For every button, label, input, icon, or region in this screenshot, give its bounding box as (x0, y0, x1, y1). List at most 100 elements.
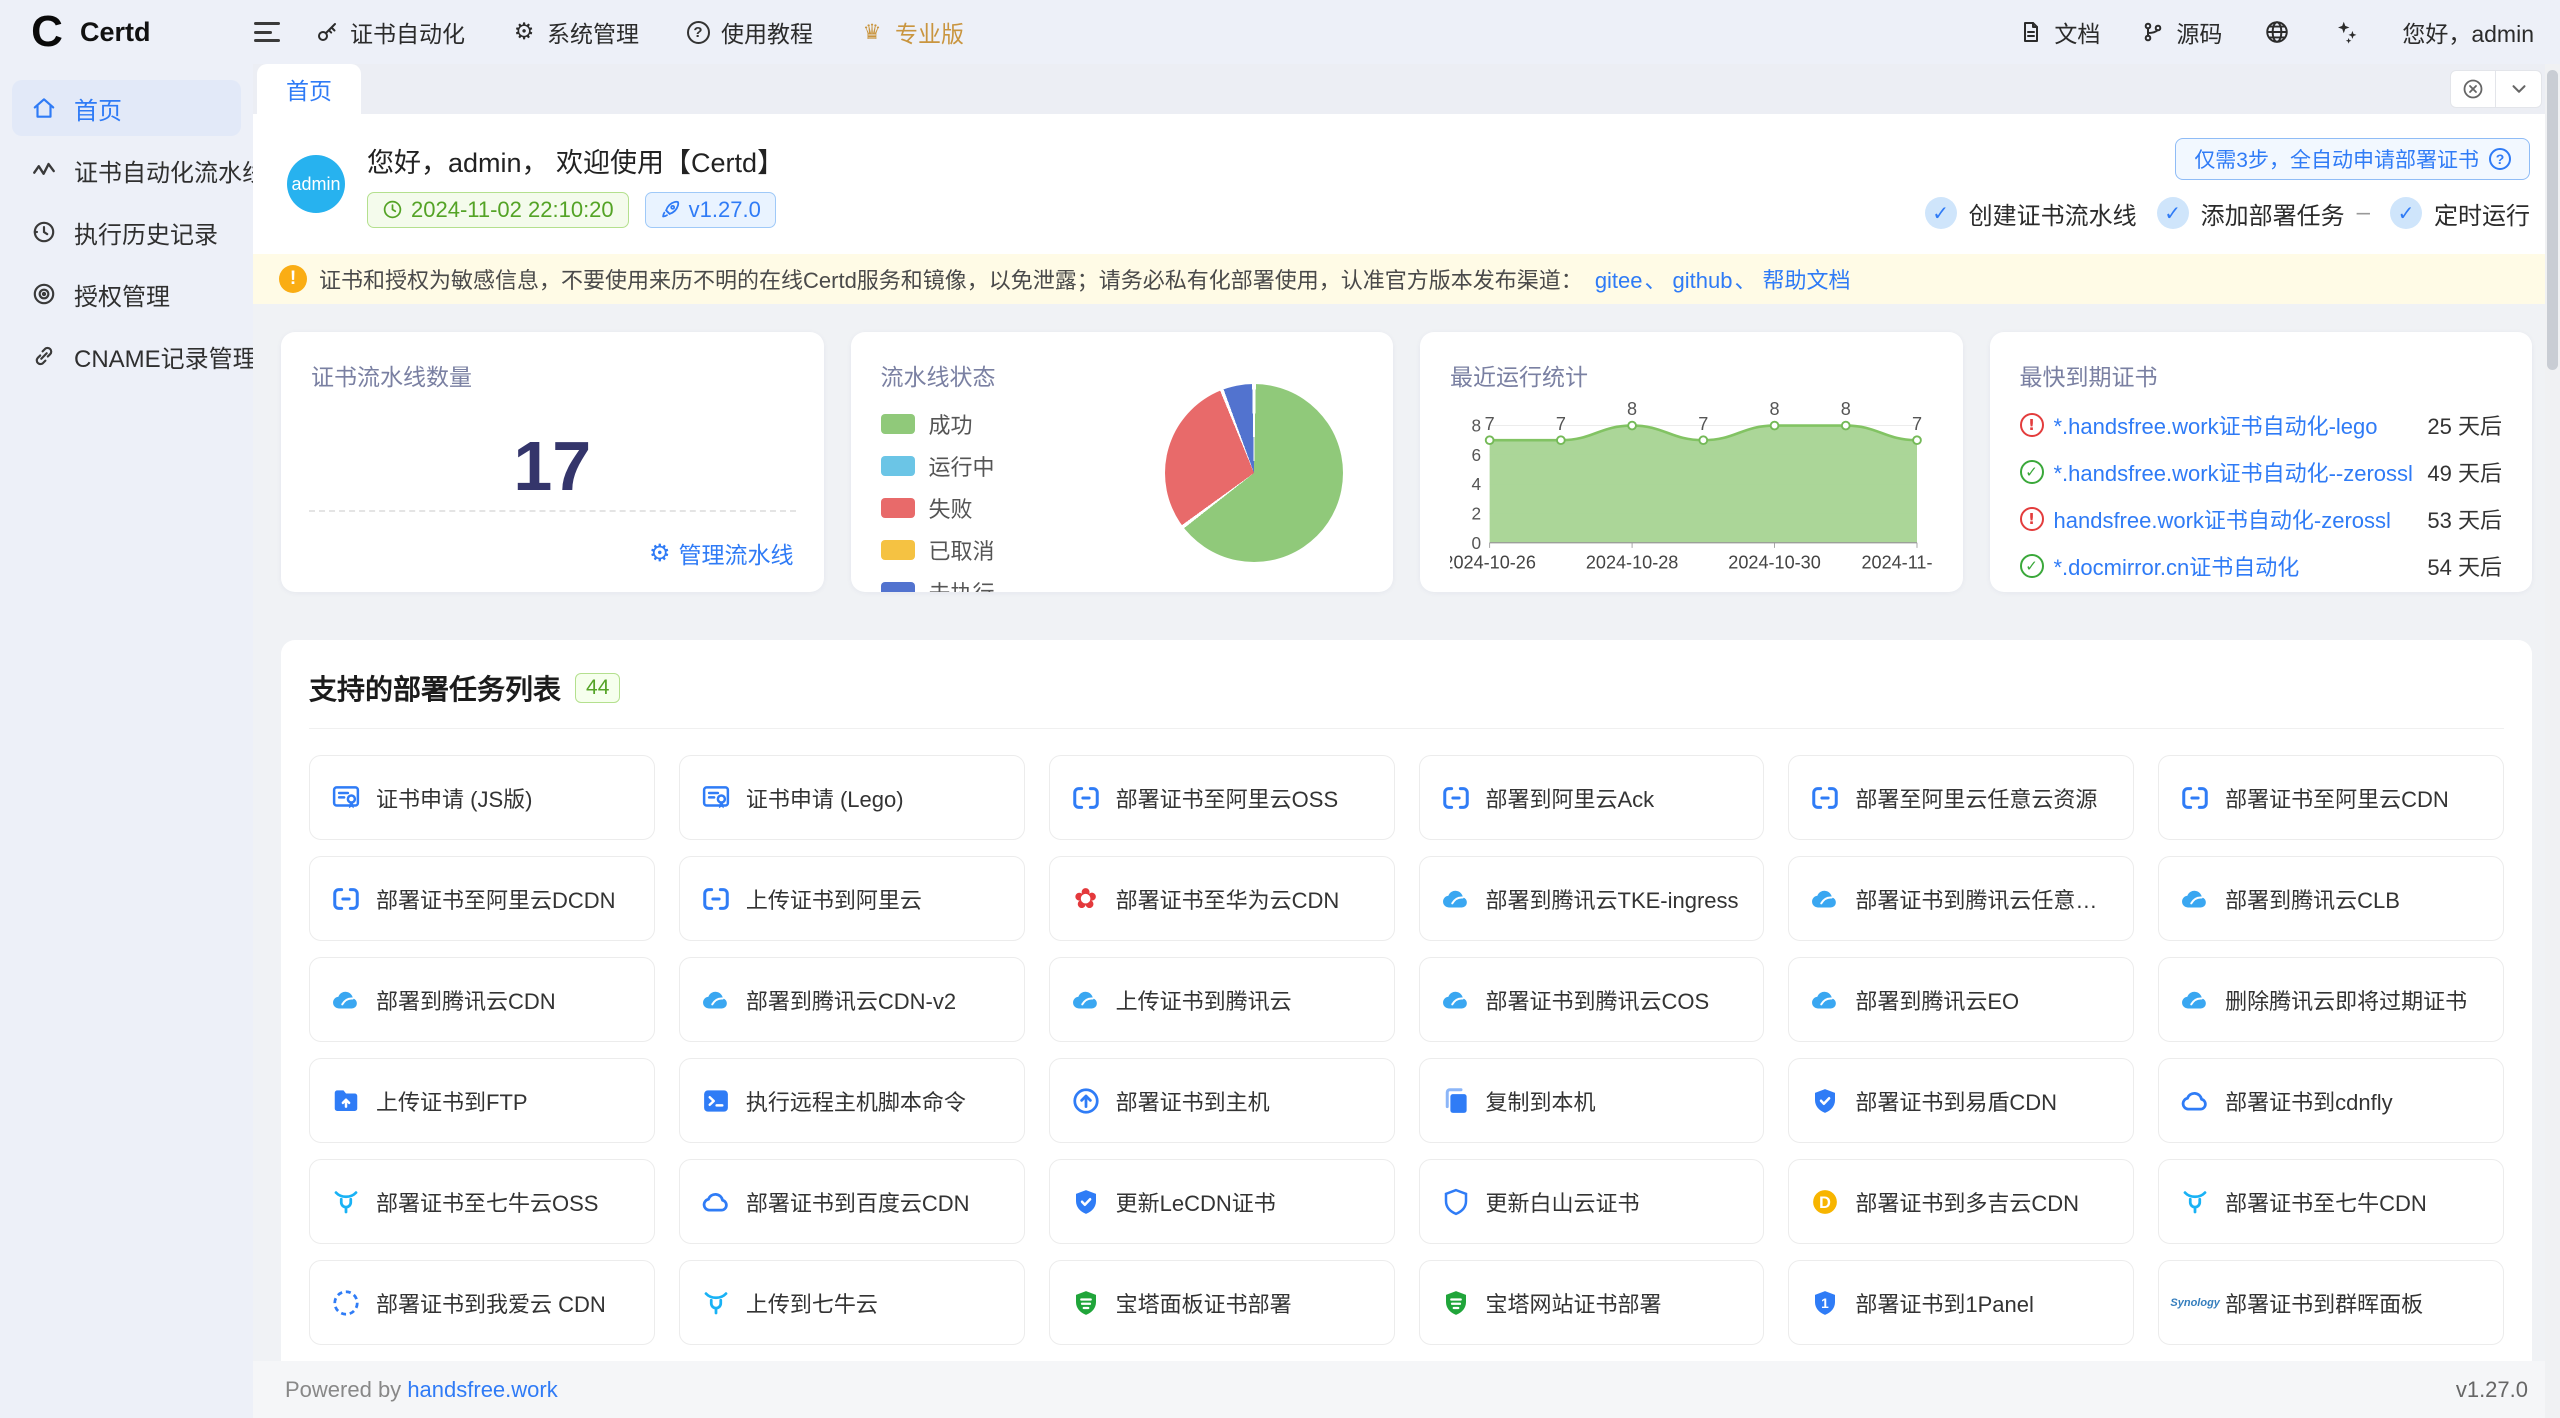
cert-link[interactable]: *.docmirror.cn证书自动化 (2054, 550, 2418, 582)
nav-docs-link[interactable]: 文档 (2018, 15, 2100, 49)
cert-link[interactable]: *.handsfree.work证书自动化-lego (2054, 409, 2418, 441)
deploy-task-card[interactable]: 部署证书到我爱云 CDN (309, 1260, 655, 1345)
task-icon (2179, 1085, 2211, 1117)
sidebar-item[interactable]: 执行历史记录 (12, 204, 241, 260)
task-label: 部署证书至阿里云OSS (1116, 782, 1338, 814)
nav-menu-item[interactable]: ♛ 专业版 (859, 15, 964, 49)
task-icon (1070, 782, 1102, 814)
sidebar-item[interactable]: 授权管理 (12, 266, 241, 322)
nav-source-link[interactable]: 源码 (2140, 15, 2222, 49)
deploy-task-card[interactable]: 宝塔网站证书部署 (1419, 1260, 1765, 1345)
scrollbar-thumb[interactable] (2547, 70, 2558, 370)
deploy-task-card[interactable]: 部署证书到百度云CDN (679, 1159, 1025, 1244)
version-badge[interactable]: v1.27.0 (645, 192, 776, 228)
brand-name: Certd (80, 17, 151, 48)
task-label: 证书申请 (Lego) (746, 782, 904, 814)
deploy-task-card[interactable]: 更新LeCDN证书 (1049, 1159, 1395, 1244)
tab-controls (2450, 64, 2542, 114)
sidebar-item[interactable]: 证书自动化流水线 (12, 142, 241, 198)
deploy-task-card[interactable]: 上传证书到阿里云 (679, 856, 1025, 941)
task-icon: 1 (1809, 1287, 1841, 1319)
setup-step[interactable]: ✓ 添加部署任务 – (2157, 196, 2370, 231)
deploy-task-card[interactable]: 部署到腾讯云EO (1788, 957, 2134, 1042)
nav-menu-item[interactable]: ⚙ 系统管理 (511, 15, 639, 49)
cert-link[interactable]: handsfree.work证书自动化-zerossl (2054, 503, 2418, 535)
banner-link[interactable]: github (1673, 268, 1733, 293)
svg-text:1: 1 (1822, 1295, 1830, 1310)
deploy-task-card[interactable]: 部署证书至阿里云CDN (2158, 755, 2504, 840)
deploy-task-card[interactable]: 部署证书到主机 (1049, 1058, 1395, 1143)
deploy-task-card[interactable]: 部署证书到腾讯云任意云资源 (1788, 856, 2134, 941)
deploy-task-card[interactable]: 上传证书到腾讯云 (1049, 957, 1395, 1042)
nav-menu-item[interactable]: 证书自动化 (314, 15, 465, 49)
tab-menu-chevron-icon[interactable] (2496, 70, 2542, 108)
language-globe-icon[interactable] (2262, 17, 2292, 47)
task-label: 部署到腾讯云TKE-ingress (1486, 883, 1739, 915)
deploy-task-card[interactable]: 部署证书至七牛CDN (2158, 1159, 2504, 1244)
deploy-task-card[interactable]: 部署证书至七牛云OSS (309, 1159, 655, 1244)
task-icon (1809, 1085, 1841, 1117)
deploy-task-card[interactable]: 复制到本机 (1419, 1058, 1765, 1143)
deploy-task-card[interactable]: 部署到腾讯云TKE-ingress (1419, 856, 1765, 941)
deploy-task-card[interactable]: 部署证书至阿里云OSS (1049, 755, 1395, 840)
deploy-task-card[interactable]: 部署证书至阿里云DCDN (309, 856, 655, 941)
sidebar-collapse-icon[interactable] (254, 22, 280, 42)
manage-pipelines-label: 管理流水线 (679, 536, 794, 570)
tab-home[interactable]: 首页 (257, 64, 361, 114)
deploy-task-card[interactable]: 部署到腾讯云CDN-v2 (679, 957, 1025, 1042)
cert-status-icon (2020, 413, 2044, 437)
task-icon (700, 1287, 732, 1319)
deploy-task-card[interactable]: 1 部署证书到1Panel (1788, 1260, 2134, 1345)
deploy-task-card[interactable]: Synology 部署证书到群晖面板 (2158, 1260, 2504, 1345)
top-navbar: C Certd 证书自动化 ⚙ 系统管理 ? 使用教程 ♛ 专业版 (0, 0, 2560, 64)
legend-item[interactable]: 未执行 (881, 576, 1364, 592)
task-icon (330, 1085, 362, 1117)
legend-label: 未执行 (929, 576, 995, 592)
guide-button[interactable]: 仅需3步，全自动申请部署证书 ? (2175, 138, 2530, 180)
deploy-task-card[interactable]: 证书申请 (Lego) (679, 755, 1025, 840)
banner-link[interactable]: 帮助文档 (1763, 268, 1851, 293)
tab-close-icon[interactable] (2450, 70, 2496, 108)
task-label: 部署到腾讯云CLB (2225, 883, 2400, 915)
task-label: 部署证书到主机 (1116, 1085, 1270, 1117)
sidebar-item[interactable]: CNAME记录管理 (12, 328, 241, 384)
avatar[interactable]: admin (287, 155, 345, 213)
card-title: 流水线状态 (881, 358, 1364, 392)
deploy-task-card[interactable]: 部署证书到腾讯云COS (1419, 957, 1765, 1042)
task-label: 部署证书至阿里云CDN (2225, 782, 2449, 814)
deploy-task-card[interactable]: 上传证书到FTP (309, 1058, 655, 1143)
deploy-task-card[interactable]: 更新白山云证书 (1419, 1159, 1765, 1244)
deploy-task-card[interactable]: 上传到七牛云 (679, 1260, 1025, 1345)
setup-step[interactable]: ✓ 定时运行 (2390, 196, 2530, 231)
deploy-task-card[interactable]: 部署到阿里云Ack (1419, 755, 1765, 840)
certd-dashboard: C Certd 证书自动化 ⚙ 系统管理 ? 使用教程 ♛ 专业版 (0, 0, 2560, 1418)
cert-link[interactable]: *.handsfree.work证书自动化--zerossl (2054, 456, 2418, 488)
deploy-task-card[interactable]: 执行远程主机脚本命令 (679, 1058, 1025, 1143)
sidebar-item[interactable]: 首页 (12, 80, 241, 136)
deploy-task-card[interactable]: 宝塔面板证书部署 (1049, 1260, 1395, 1345)
nav-menu-item[interactable]: ? 使用教程 (685, 15, 813, 49)
deploy-task-card[interactable]: D 部署证书到多吉云CDN (1788, 1159, 2134, 1244)
deploy-task-card[interactable]: 删除腾讯云即将过期证书 (2158, 957, 2504, 1042)
deploy-task-card[interactable]: 部署证书到易盾CDN (1788, 1058, 2134, 1143)
manage-pipelines-link[interactable]: ⚙ 管理流水线 (649, 536, 794, 570)
nav-right: 文档 源码 您好，admin (2018, 15, 2534, 49)
setup-step[interactable]: ✓ 创建证书流水线 (1925, 196, 2137, 231)
task-label: 部署证书到1Panel (1855, 1287, 2034, 1319)
svg-text:8: 8 (1770, 399, 1780, 419)
deploy-task-card[interactable]: 部署到腾讯云CDN (309, 957, 655, 1042)
nav-docs-label: 文档 (2054, 15, 2100, 49)
user-greeting[interactable]: 您好，admin (2402, 15, 2534, 49)
nav-item-label: 使用教程 (721, 15, 813, 49)
scrollbar-track[interactable] (2545, 64, 2560, 1418)
deploy-task-card[interactable]: 部署到腾讯云CLB (2158, 856, 2504, 941)
deploy-task-card[interactable]: ✿ 部署证书至华为云CDN (1049, 856, 1395, 941)
deploy-task-card[interactable]: 证书申请 (JS版) (309, 755, 655, 840)
deploy-task-card[interactable]: 部署至阿里云任意云资源 (1788, 755, 2134, 840)
svg-text:8: 8 (1471, 416, 1481, 436)
brand[interactable]: C Certd (26, 11, 226, 53)
deploy-task-card[interactable]: 部署证书到cdnfly (2158, 1058, 2504, 1143)
banner-link[interactable]: gitee (1595, 268, 1643, 293)
theme-sparkle-icon[interactable] (2332, 17, 2362, 47)
handsfree-link[interactable]: handsfree.work (407, 1377, 557, 1402)
